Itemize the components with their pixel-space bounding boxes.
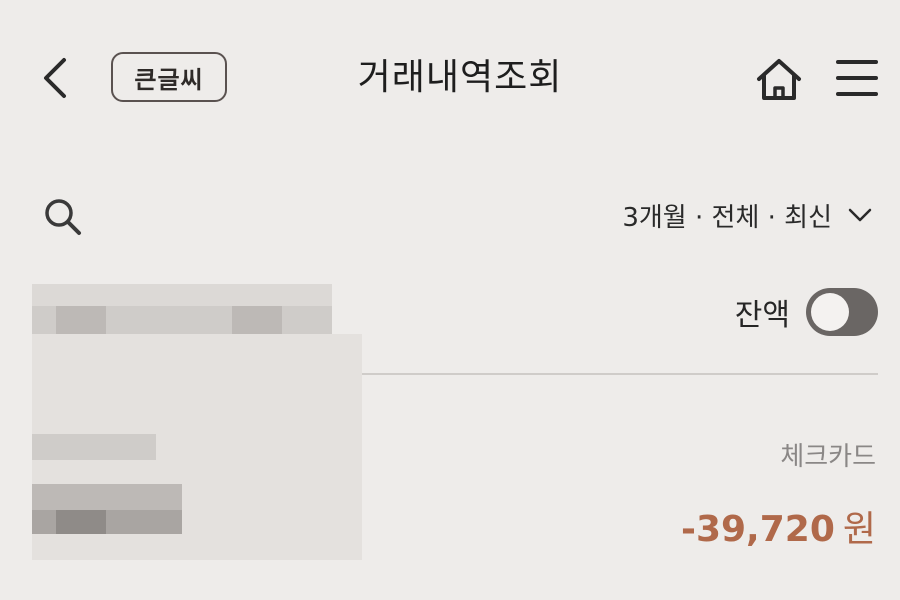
home-button[interactable]	[752, 52, 806, 104]
chevron-left-icon	[44, 58, 66, 98]
balance-label: 잔액	[734, 298, 790, 333]
chevron-down-icon	[848, 208, 872, 222]
menu-button[interactable]	[834, 52, 880, 104]
balance-toggle-row: 잔액	[735, 284, 878, 340]
amount-value: -39,720	[681, 509, 835, 550]
search-icon	[45, 199, 81, 235]
hamburger-menu-icon	[836, 60, 878, 96]
toggle-knob	[811, 293, 849, 331]
filter-dropdown[interactable]: 3개월 · 전체 · 최신	[622, 192, 874, 238]
divider	[362, 373, 878, 375]
large-text-button[interactable]: 큰글씨	[111, 52, 227, 102]
transaction-amount: -39,720 원	[681, 500, 876, 552]
app-header: 큰글씨 거래내역조회	[0, 0, 900, 160]
amount-unit: 원	[842, 509, 876, 550]
balance-toggle-switch[interactable]	[806, 288, 878, 336]
redacted-account-info	[32, 284, 362, 560]
back-button[interactable]	[36, 52, 76, 104]
transaction-type: 체크카드	[780, 442, 876, 472]
page-title: 거래내역조회	[357, 57, 563, 98]
large-text-label: 큰글씨	[134, 65, 204, 94]
filter-label: 3개월 · 전체 · 최신	[622, 202, 832, 233]
home-icon	[757, 59, 801, 100]
search-button[interactable]	[40, 194, 86, 240]
